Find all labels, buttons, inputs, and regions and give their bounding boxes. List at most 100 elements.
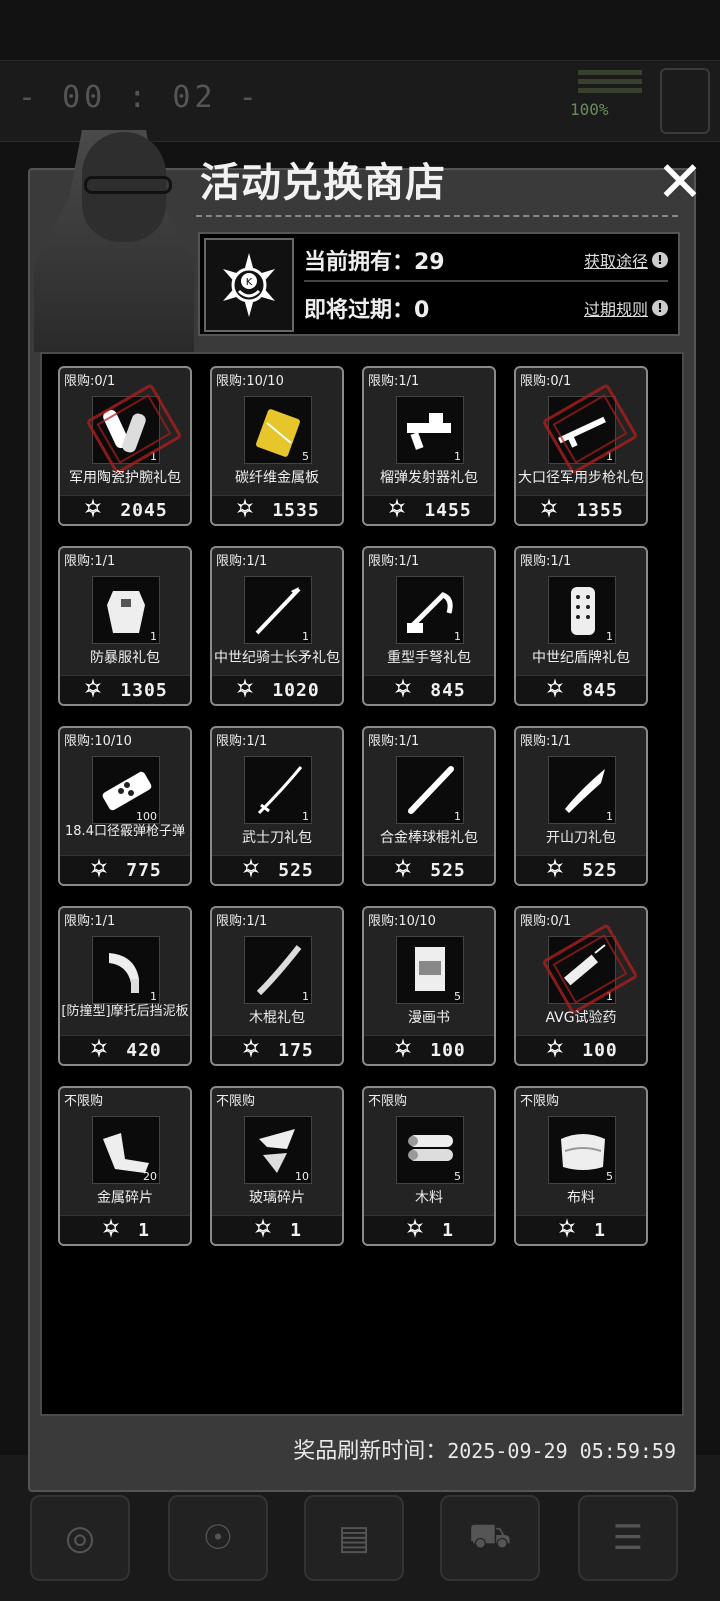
purchase-limit: 限购:1/1 [64,554,116,569]
item-name: 合金棒球棍礼包 [380,830,478,846]
purchase-limit: 限购:1/1 [216,914,268,929]
shop-item-card[interactable]: 限购:0/1 1 大口径军用步枪礼包 1355 [514,366,648,526]
token-icon [234,677,256,703]
item-name: 中世纪骑士长矛礼包 [214,650,340,666]
shop-item-card[interactable]: 不限购 5 布料 1 [514,1086,648,1246]
item-price: 775 [60,855,190,884]
item-price: 2045 [60,495,190,524]
crossbow-icon: 1 [396,576,464,644]
item-name: 榴弹发射器礼包 [380,470,478,486]
shop-item-card[interactable]: 限购:0/1 1 AVG试验药 100 [514,906,648,1066]
item-name: 中世纪盾牌礼包 [532,650,630,666]
item-name: 玻璃碎片 [249,1190,305,1206]
purchase-limit: 不限购 [64,1094,104,1109]
item-name: 开山刀礼包 [546,830,616,846]
price-value: 2045 [120,499,168,521]
item-quantity: 1 [302,810,309,823]
price-value: 100 [430,1039,466,1061]
shop-item-card[interactable]: 限购:10/10 100 18.4口径霰弹枪子弹 775 [58,726,192,886]
purchase-limit: 不限购 [368,1094,408,1109]
token-icon [252,1217,274,1243]
metal-plate-icon: 5 [244,396,312,464]
wood-log-icon: 5 [396,1116,464,1184]
background-timer: - 00 : 02 - [18,80,261,115]
item-quantity: 1 [302,990,309,1003]
item-price: 1455 [364,495,494,524]
info-icon: ! [652,300,668,316]
shop-item-card[interactable]: 限购:1/1 1 木棍礼包 175 [210,906,344,1066]
shop-item-card[interactable]: 限购:1/1 1 [防撞型]摩托后挡泥板 420 [58,906,192,1066]
token-icon [386,497,408,523]
stick-icon: 1 [244,936,312,1004]
expiring-row: 即将过期：0 过期规则! [304,288,668,328]
item-price: 100 [364,1035,494,1064]
close-button[interactable]: ✕ [652,155,708,211]
expiring-label: 即将过期：0 [304,298,430,323]
shop-item-card[interactable]: 不限购 10 玻璃碎片 1 [210,1086,344,1246]
expire-rules-link[interactable]: 过期规则! [584,296,668,320]
shop-item-card[interactable]: 不限购 20 金属碎片 1 [58,1086,192,1246]
shop-item-card[interactable]: 限购:1/1 1 武士刀礼包 525 [210,726,344,886]
refresh-info: 奖品刷新时间：2025-09-29 05:59:59 [276,1433,676,1465]
item-name: 布料 [567,1190,595,1206]
get-route-label: 获取途径 [583,252,648,271]
item-name: 木料 [415,1190,443,1206]
shop-item-card[interactable]: 限购:1/1 1 合金棒球棍礼包 525 [362,726,496,886]
background-slot [660,68,710,134]
shop-item-card[interactable]: 限购:1/1 1 榴弹发射器礼包 1455 [362,366,496,526]
item-price: 1 [364,1215,494,1244]
price-value: 1 [138,1219,150,1241]
shotgun-shell-icon: 100 [92,756,160,824]
token-icon [392,1037,414,1063]
item-price: 1 [60,1215,190,1244]
item-name: 漫画书 [408,1010,450,1026]
shield-icon: 1 [548,576,616,644]
shop-item-card[interactable]: 限购:1/1 1 中世纪骑士长矛礼包 1020 [210,546,344,706]
item-name: AVG试验药 [545,1010,617,1026]
item-quantity: 5 [454,1170,461,1183]
shop-item-card[interactable]: 限购:1/1 1 防暴服礼包 1305 [58,546,192,706]
item-price: 525 [212,855,342,884]
price-value: 525 [430,859,466,881]
price-value: 775 [126,859,162,881]
menu-tab-icon: ☰ [578,1495,678,1581]
purchase-limit: 限购:0/1 [64,374,116,389]
token-icon [404,1217,426,1243]
shop-item-card[interactable]: 限购:1/1 1 中世纪盾牌礼包 845 [514,546,648,706]
item-quantity: 5 [302,450,309,463]
price-value: 1 [290,1219,302,1241]
price-value: 1 [594,1219,606,1241]
shop-item-card[interactable]: 限购:10/10 5 漫画书 100 [362,906,496,1066]
purchase-limit: 限购:1/1 [368,734,420,749]
token-icon [544,677,566,703]
price-value: 100 [582,1039,618,1061]
lance-icon: 1 [244,576,312,644]
item-name: 碳纤维金属板 [235,470,319,486]
svg-text:K: K [246,277,253,288]
item-price: 1 [212,1215,342,1244]
token-icon [88,1037,110,1063]
shop-item-card[interactable]: 限购:1/1 1 重型手弩礼包 845 [362,546,496,706]
item-name: [防撞型]摩托后挡泥板 [61,1004,189,1019]
price-value: 525 [278,859,314,881]
shop-item-card[interactable]: 不限购 5 木料 1 [362,1086,496,1246]
owned-label: 当前拥有：29 [304,250,445,275]
token-icon [88,857,110,883]
token-icon: K [204,238,294,332]
item-price: 845 [364,675,494,704]
shop-item-card[interactable]: 限购:0/1 1 军用陶瓷护腕礼包 2045 [58,366,192,526]
machete-icon: 1 [548,756,616,824]
background-battery: 100% [570,100,609,119]
shop-item-card[interactable]: 限购:1/1 1 开山刀礼包 525 [514,726,648,886]
get-route-link[interactable]: 获取途径! [584,248,668,272]
token-icon [544,857,566,883]
backpack-tab-icon: ◎ [30,1495,130,1581]
item-name: 军用陶瓷护腕礼包 [69,470,181,486]
info-icon: ! [652,252,668,268]
cart-tab-icon: ⛟ [440,1495,540,1581]
purchase-limit: 不限购 [216,1094,256,1109]
item-price: 525 [516,855,646,884]
price-value: 1305 [120,679,168,701]
fender-icon: 1 [92,936,160,1004]
shop-item-card[interactable]: 限购:10/10 5 碳纤维金属板 1535 [210,366,344,526]
